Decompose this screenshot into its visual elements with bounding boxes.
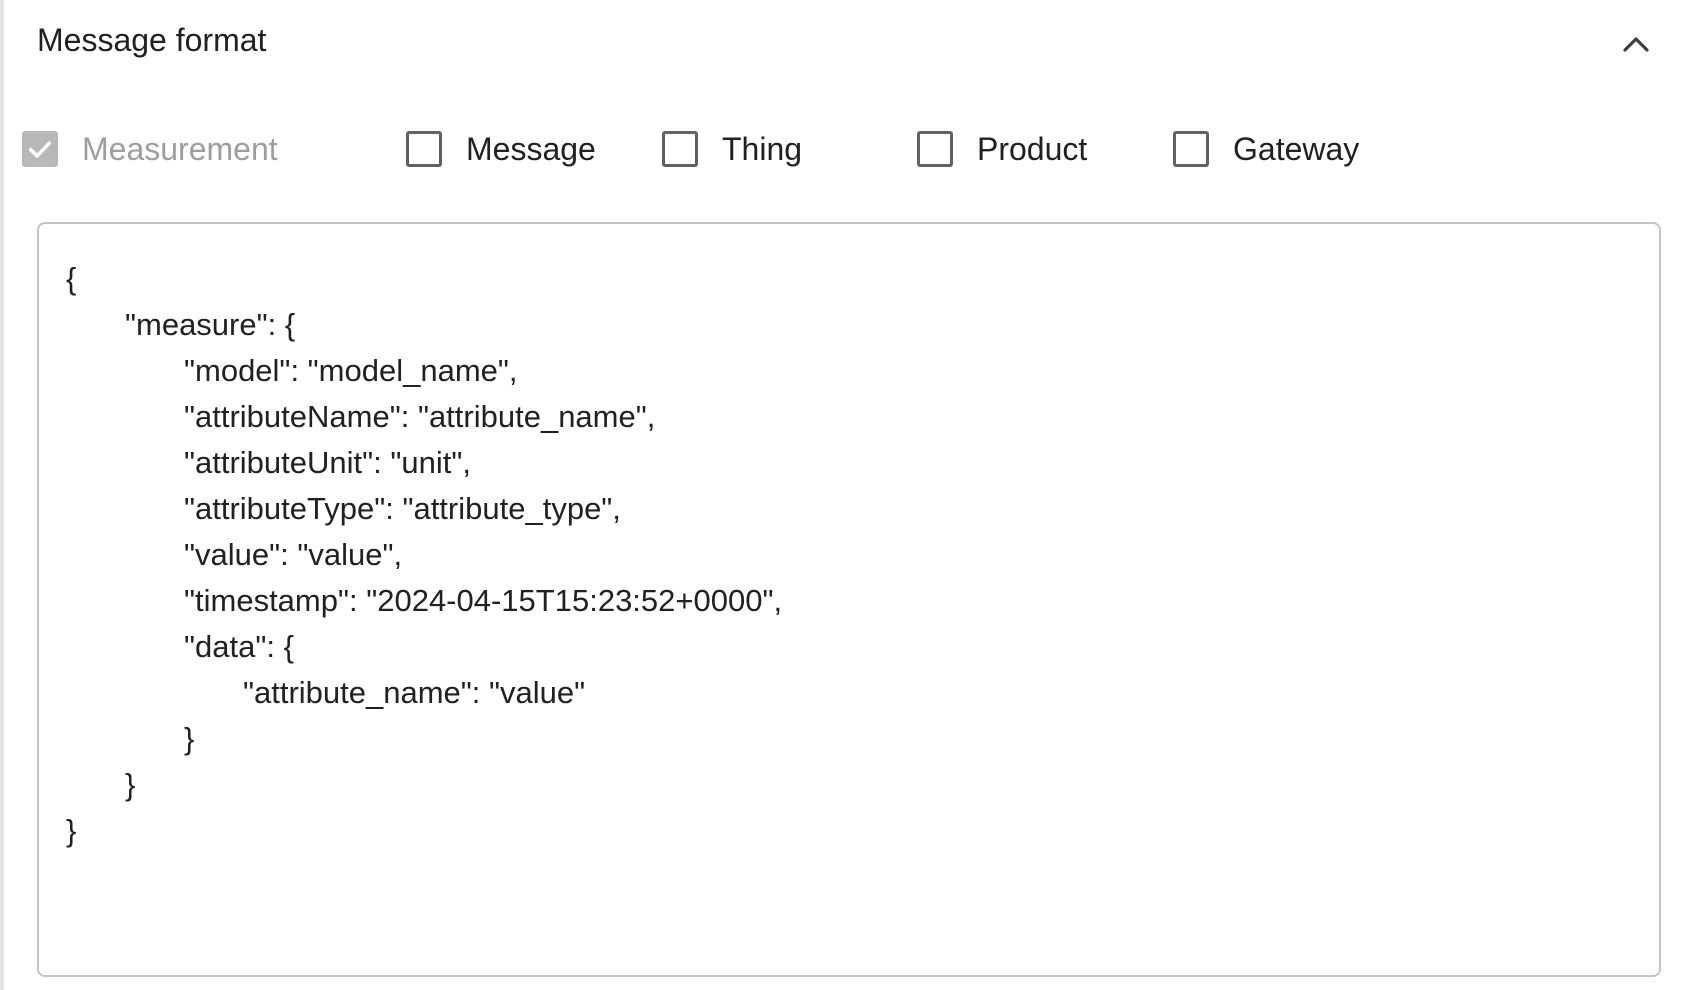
chevron-up-icon (1623, 37, 1649, 52)
code-line: "attributeUnit": "unit", (184, 445, 471, 480)
code-line: "model": "model_name", (184, 353, 518, 388)
option-gateway[interactable]: Gateway (1173, 118, 1359, 180)
code-line: } (125, 767, 136, 802)
gateway-checkbox[interactable] (1173, 131, 1209, 167)
code-lines: { "measure": { "model": "model_name", "a… (66, 256, 782, 854)
option-message[interactable]: Message (406, 118, 596, 180)
option-label-measurement: Measurement (82, 130, 278, 167)
format-options: Measurement Message Thing Product Gatewa… (4, 118, 1694, 180)
product-checkbox[interactable] (917, 131, 953, 167)
option-measurement[interactable]: Measurement (22, 118, 278, 180)
code-line: } (66, 813, 77, 848)
message-format-panel: Message format Measurement Message Thing (0, 0, 1694, 990)
message-format-code-box[interactable]: { "measure": { "model": "model_name", "a… (37, 222, 1661, 977)
code-line: "attributeType": "attribute_type", (184, 491, 621, 526)
measurement-checkbox[interactable] (22, 131, 58, 167)
thing-checkbox[interactable] (662, 131, 698, 167)
message-format-header[interactable]: Message format (4, 0, 1694, 86)
option-label-product: Product (977, 130, 1088, 167)
option-thing[interactable]: Thing (662, 118, 802, 180)
code-line: } (184, 721, 195, 756)
code-line: "timestamp": "2024-04-15T15:23:52+0000", (184, 583, 783, 618)
collapse-button[interactable] (1616, 24, 1656, 64)
option-label-gateway: Gateway (1233, 130, 1360, 167)
code-line: "measure": { (125, 307, 296, 342)
code-line: "attribute_name": "value" (243, 675, 586, 710)
code-line: "attributeName": "attribute_name", (184, 399, 656, 434)
option-label-message: Message (466, 130, 596, 167)
message-format-title: Message format (37, 22, 267, 58)
message-checkbox[interactable] (406, 131, 442, 167)
check-icon (28, 141, 52, 158)
code-line: { (66, 261, 77, 296)
option-product[interactable]: Product (917, 118, 1087, 180)
option-label-thing: Thing (722, 130, 803, 167)
code-line: "data": { (184, 629, 294, 664)
code-line: "value": "value", (184, 537, 403, 572)
